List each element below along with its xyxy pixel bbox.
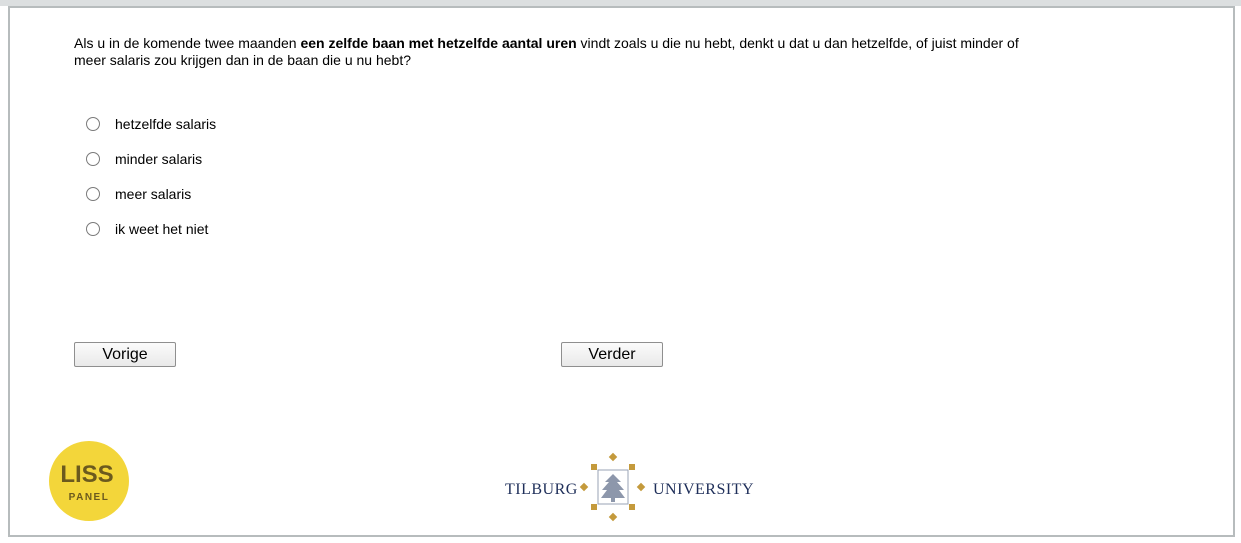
option-label: ik weet het niet [115, 220, 209, 237]
option-label: meer salaris [115, 185, 192, 202]
option-hetzelfde-salaris[interactable]: hetzelfde salaris [86, 106, 216, 141]
option-meer-salaris[interactable]: meer salaris [86, 176, 216, 211]
radio-button[interactable] [86, 186, 100, 201]
radio-button[interactable] [86, 151, 100, 166]
next-button[interactable]: Verder [561, 342, 663, 367]
liss-logo-text: LISS [60, 461, 113, 488]
question-text-before: Als u in de komende twee maanden [74, 35, 301, 51]
answer-options: hetzelfde salaris minder salaris meer sa… [86, 106, 216, 246]
radio-button[interactable] [86, 221, 100, 236]
option-label: hetzelfde salaris [115, 115, 217, 132]
gold-diamond-icon [636, 482, 646, 492]
gold-diamond-icon [579, 482, 589, 492]
option-weet-niet[interactable]: ik weet het niet [86, 211, 216, 246]
tilburg-right-text: UNIVERSITY [653, 481, 754, 498]
tilburg-left-text: TILBURG [505, 481, 578, 498]
tilburg-university-logo: TILBURG UNIVERSITY [505, 452, 754, 522]
option-label: minder salaris [115, 150, 203, 167]
option-minder-salaris[interactable]: minder salaris [86, 141, 216, 176]
question-text-bold: een zelfde baan met hetzelfde aantal ure… [300, 35, 577, 51]
radio-button[interactable] [86, 116, 100, 131]
liss-logo-subtext: PANEL [69, 492, 110, 503]
question-text: Als u in de komende twee maanden een zel… [74, 35, 1034, 69]
previous-button[interactable]: Vorige [74, 342, 176, 367]
tilburg-emblem-icon [591, 452, 635, 522]
liss-panel-logo: LISS PANEL [49, 441, 129, 521]
